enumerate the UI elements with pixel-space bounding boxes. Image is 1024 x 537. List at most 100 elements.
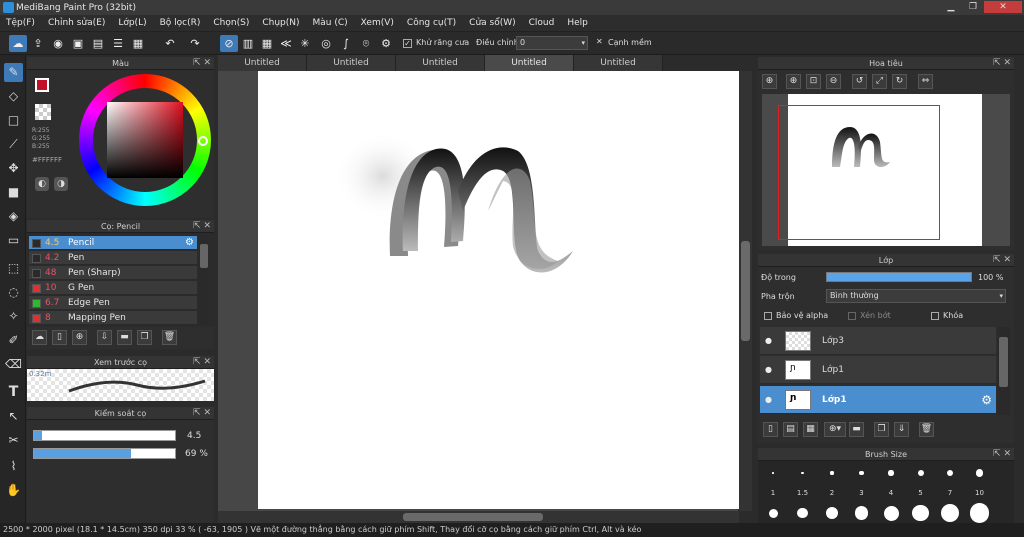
rotate-left-icon[interactable]: ↺ bbox=[852, 74, 867, 89]
rectangle-tool-icon[interactable]: □ bbox=[4, 111, 23, 130]
brush-item[interactable]: 6.7 Edge Pen bbox=[29, 296, 197, 310]
vertical-scrollbar[interactable] bbox=[739, 71, 752, 511]
merge-layer-icon[interactable]: ⇓ bbox=[894, 422, 909, 437]
select-eraser-icon[interactable]: ⌫ bbox=[4, 355, 23, 374]
brush-size-dot[interactable] bbox=[917, 470, 924, 476]
size-slider[interactable] bbox=[33, 430, 176, 441]
vanishing-snap-icon[interactable]: ≪ bbox=[277, 35, 295, 52]
soft-edge-checkbox[interactable]: ✕ bbox=[596, 37, 603, 46]
menu-filter[interactable]: Bộ lọc(R) bbox=[160, 18, 201, 28]
panel-float-close-icon[interactable]: ⇱ ✕ bbox=[193, 407, 211, 420]
navigator-viewport-frame[interactable] bbox=[778, 105, 940, 240]
zoom-in-icon[interactable]: ⊕ bbox=[786, 74, 801, 89]
protect-alpha-checkbox[interactable] bbox=[764, 312, 772, 320]
fill-rect-tool-icon[interactable]: ■ bbox=[4, 183, 23, 202]
new-8bit-layer-icon[interactable]: ▦ bbox=[803, 422, 818, 437]
panel-float-close-icon[interactable]: ⇱ ✕ bbox=[193, 220, 211, 233]
cross-snap-icon[interactable]: ▦ bbox=[258, 35, 276, 52]
saturation-value-square[interactable] bbox=[107, 102, 183, 178]
brush-size-dot[interactable] bbox=[854, 506, 869, 520]
brush-item[interactable]: 4.2 Pen bbox=[29, 251, 197, 265]
save-icon[interactable]: ▣ bbox=[69, 35, 87, 52]
dot-tool-icon[interactable]: ⟋ bbox=[4, 135, 23, 154]
divide-tool-icon[interactable]: ✂ bbox=[4, 431, 23, 450]
brush-size-dot[interactable] bbox=[768, 508, 778, 518]
color-wheel[interactable] bbox=[79, 74, 211, 206]
zoom-fit-icon[interactable]: ⊕ bbox=[762, 74, 777, 89]
layer-row[interactable]: ● Lớp3 bbox=[760, 327, 996, 355]
brush-size-dot[interactable] bbox=[797, 507, 808, 519]
document-icon[interactable]: ▤ bbox=[89, 35, 107, 52]
parallel-snap-icon[interactable]: ▥ bbox=[239, 35, 257, 52]
list-icon[interactable]: ☰ bbox=[109, 35, 127, 52]
brush-size-dot[interactable] bbox=[772, 472, 774, 474]
no-snap-icon[interactable]: ⊘ bbox=[220, 35, 238, 52]
eye-icon[interactable]: ● bbox=[765, 327, 772, 355]
brush-size-dot[interactable] bbox=[859, 470, 864, 476]
new-brush-icon[interactable]: ▯ bbox=[52, 330, 67, 345]
scrollbar-thumb[interactable] bbox=[200, 244, 208, 268]
navigator-preview[interactable] bbox=[762, 94, 1010, 246]
brush-size-dot[interactable] bbox=[946, 469, 954, 477]
eye-icon[interactable]: ● bbox=[765, 356, 772, 384]
menu-view[interactable]: Xem(V) bbox=[361, 18, 394, 28]
canvas-paper[interactable] bbox=[258, 71, 739, 509]
horizontal-scrollbar[interactable] bbox=[218, 511, 739, 523]
concentric-snap-icon[interactable]: ◎ bbox=[317, 35, 335, 52]
magic-wand-icon[interactable]: ✧ bbox=[4, 307, 23, 326]
operation-tool-icon[interactable]: ↖ bbox=[4, 407, 23, 426]
brush-size-dot[interactable] bbox=[975, 469, 984, 477]
hue-picker[interactable] bbox=[198, 136, 208, 146]
brush-size-dot[interactable] bbox=[883, 505, 899, 521]
panel-float-close-icon[interactable]: ⇱ ✕ bbox=[193, 57, 211, 70]
trash-icon[interactable]: 🗑 bbox=[162, 330, 177, 345]
correction-select[interactable]: 0 ▾ bbox=[516, 36, 588, 50]
add-brush-icon[interactable]: ⊕ bbox=[72, 330, 87, 345]
brush-size-dot[interactable] bbox=[888, 470, 894, 476]
panel-float-close-icon[interactable]: ⇱ ✕ bbox=[193, 356, 211, 369]
blend-mode-select[interactable]: Bình thường ▾ bbox=[826, 289, 1006, 303]
color-history-icon[interactable]: ◑ bbox=[54, 177, 68, 191]
lock-checkbox[interactable] bbox=[931, 312, 939, 320]
clipping-checkbox[interactable] bbox=[848, 312, 856, 320]
import-brush-icon[interactable]: ⇩ bbox=[97, 330, 112, 345]
curve-snap-icon[interactable]: ∫ bbox=[337, 35, 355, 52]
scrollbar-thumb[interactable] bbox=[999, 337, 1008, 387]
menu-select[interactable]: Chọn(S) bbox=[213, 18, 249, 28]
eye-icon[interactable]: ● bbox=[765, 386, 772, 414]
menu-color[interactable]: Màu (C) bbox=[313, 18, 348, 28]
settings-snap-icon[interactable]: ⚙ bbox=[377, 35, 395, 52]
duplicate-layer-icon[interactable]: ❐ bbox=[874, 422, 889, 437]
brush-size-dot[interactable] bbox=[826, 507, 838, 519]
lasso-tool-icon[interactable]: ◌ bbox=[4, 283, 23, 302]
minimize-icon[interactable]: ▁ bbox=[940, 1, 962, 13]
circle-snap-icon[interactable]: ⌾ bbox=[357, 35, 375, 52]
bucket-tool-icon[interactable]: ◈ bbox=[4, 207, 23, 226]
hand-tool-icon[interactable]: ✋ bbox=[4, 481, 23, 500]
foreground-color-swatch[interactable] bbox=[35, 78, 49, 92]
new-halftone-layer-icon[interactable]: ▤ bbox=[783, 422, 798, 437]
redo-icon[interactable]: ↷ bbox=[186, 35, 204, 52]
upload-icon[interactable]: ⇪ bbox=[29, 35, 47, 52]
panel-float-close-icon[interactable]: ⇱ ✕ bbox=[993, 448, 1011, 461]
rotate-right-icon[interactable]: ↻ bbox=[892, 74, 907, 89]
undo-icon[interactable]: ↶ bbox=[161, 35, 179, 52]
brush-tool-icon[interactable]: ✎ bbox=[4, 63, 23, 82]
layer-opacity-slider[interactable] bbox=[826, 272, 972, 282]
grid-icon[interactable]: ▦ bbox=[129, 35, 147, 52]
menu-file[interactable]: Tệp(F) bbox=[6, 18, 35, 28]
menu-layer[interactable]: Lớp(L) bbox=[118, 18, 146, 28]
menu-snap[interactable]: Chụp(N) bbox=[262, 18, 299, 28]
brush-item[interactable]: 4.5 Pencil ⚙ bbox=[29, 236, 197, 250]
gear-icon[interactable]: ⚙ bbox=[981, 386, 992, 414]
tab-untitled-2[interactable]: Untitled bbox=[307, 55, 396, 71]
brush-size-dot[interactable] bbox=[830, 471, 834, 475]
trash-icon[interactable]: 🗑 bbox=[919, 422, 934, 437]
brush-size-dot[interactable] bbox=[801, 471, 804, 475]
horizontal-scrollbar-thumb[interactable] bbox=[403, 513, 543, 521]
eraser-tool-icon[interactable]: ◇ bbox=[4, 87, 23, 106]
folder-icon[interactable]: ▬ bbox=[117, 330, 132, 345]
menu-window[interactable]: Cửa sổ(W) bbox=[469, 18, 515, 28]
radial-snap-icon[interactable]: ✳ bbox=[296, 35, 314, 52]
opacity-slider[interactable] bbox=[33, 448, 176, 459]
